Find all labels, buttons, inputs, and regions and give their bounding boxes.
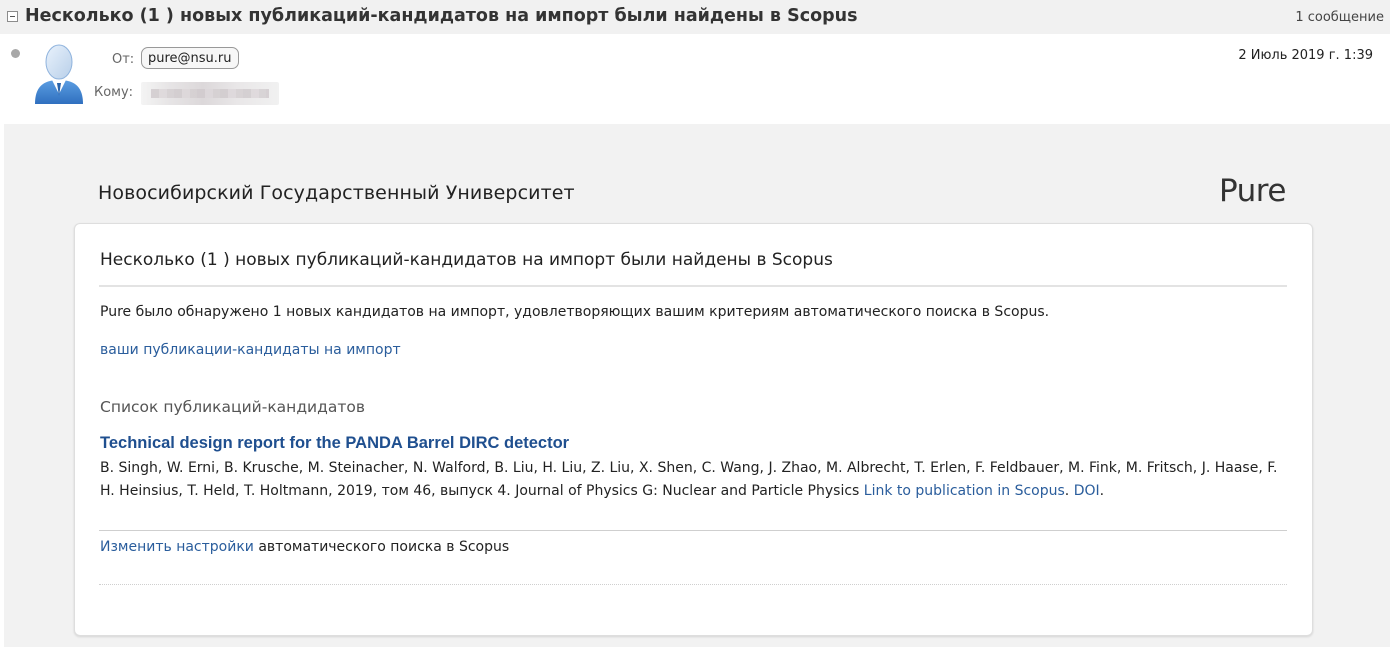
citation-end: . <box>1099 483 1105 499</box>
change-settings-link[interactable]: Изменить настройки <box>100 539 254 555</box>
unread-dot-icon[interactable] <box>11 49 20 58</box>
candidates-link[interactable]: ваши публикации-кандидаты на импорт <box>100 342 401 358</box>
divider <box>99 285 1287 287</box>
publication-details: B. Singh, W. Erni, B. Krusche, M. Steina… <box>100 457 1280 503</box>
divider <box>99 584 1287 585</box>
settings-text: автоматического поиска в Scopus <box>253 539 510 555</box>
organization-name: Новосибирский Государственный Университе… <box>98 182 575 204</box>
collapse-icon[interactable] <box>7 11 18 22</box>
publication-title-link[interactable]: Technical design report for the PANDA Ba… <box>100 434 569 453</box>
thread-title: Несколько (1 ) новых публикаций-кандидат… <box>25 6 858 26</box>
scopus-link[interactable]: Link to publication in Scopus <box>864 483 1065 499</box>
card-title: Несколько (1 ) новых публикаций-кандидат… <box>100 250 833 270</box>
doi-link[interactable]: DOI <box>1074 483 1100 499</box>
recipient-redacted <box>141 82 279 105</box>
settings-line: Изменить настройки автоматического поиск… <box>100 539 509 555</box>
to-label: Кому: <box>94 85 134 100</box>
message-date: 2 Июль 2019 г. 1:39 <box>1238 48 1373 63</box>
intro-text: Pure было обнаружено 1 новых кандидатов … <box>100 304 1050 320</box>
thread-header: Несколько (1 ) новых публикаций-кандидат… <box>0 0 1390 34</box>
link-separator: . <box>1064 483 1074 499</box>
message-count: 1 сообщение <box>1295 10 1384 25</box>
divider <box>99 530 1287 531</box>
from-label: От: <box>112 52 135 67</box>
section-heading: Список публикаций-кандидатов <box>100 398 365 416</box>
pure-logo: Pure <box>1219 173 1286 209</box>
user-avatar-icon <box>32 42 86 105</box>
sender-address-chip[interactable]: pure@nsu.ru <box>141 47 239 69</box>
